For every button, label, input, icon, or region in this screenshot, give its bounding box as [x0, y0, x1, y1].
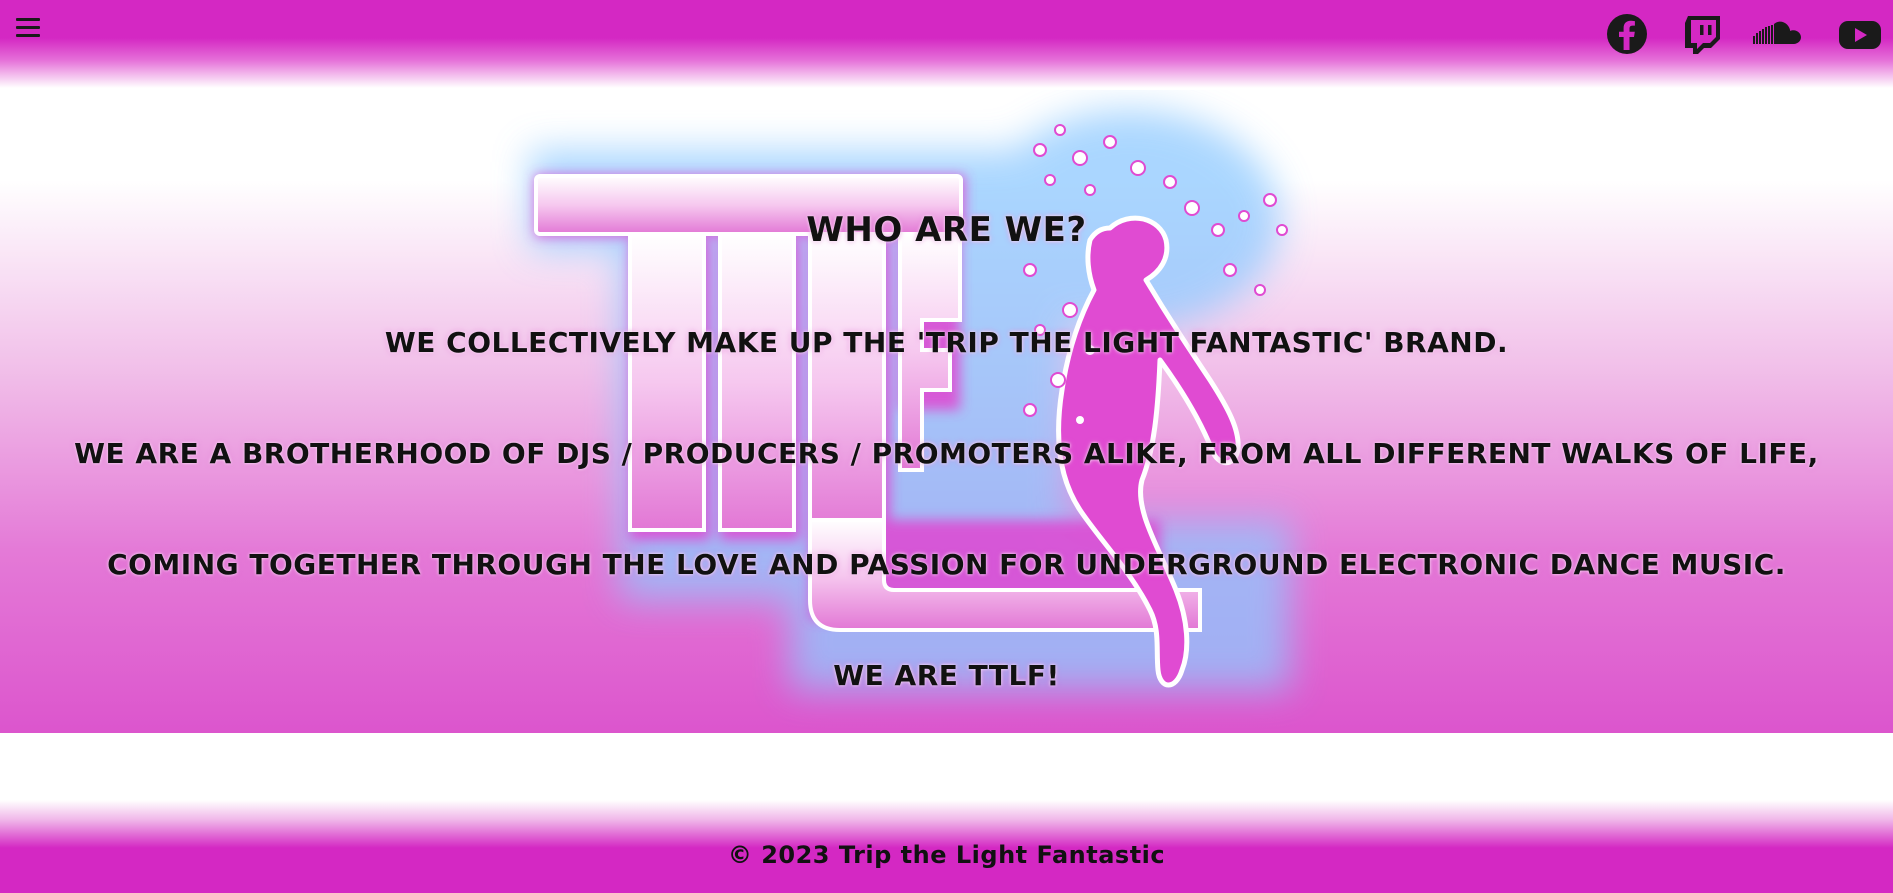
- about-paragraph: WE ARE A BROTHERHOOD OF DJS / PRODUCERS …: [74, 437, 1819, 470]
- about-paragraph: WE ARE TTLF!: [833, 659, 1060, 692]
- youtube-icon[interactable]: [1835, 10, 1883, 58]
- page-title: WHO ARE WE?: [806, 210, 1087, 250]
- menu-bar: [16, 34, 40, 37]
- menu-bar: [16, 26, 40, 29]
- facebook-icon[interactable]: [1603, 10, 1651, 58]
- hamburger-menu-icon[interactable]: [14, 12, 42, 42]
- soundcloud-icon[interactable]: [1751, 10, 1807, 58]
- copyright-text: © 2023 Trip the Light Fantastic: [727, 841, 1166, 869]
- about-paragraph: WE COLLECTIVELY MAKE UP THE 'TRIP THE LI…: [384, 326, 1509, 359]
- twitch-icon[interactable]: [1678, 10, 1726, 58]
- about-paragraph: COMING TOGETHER THROUGH THE LOVE AND PAS…: [107, 548, 1786, 581]
- site-header: [0, 0, 1893, 90]
- menu-bar: [16, 18, 40, 21]
